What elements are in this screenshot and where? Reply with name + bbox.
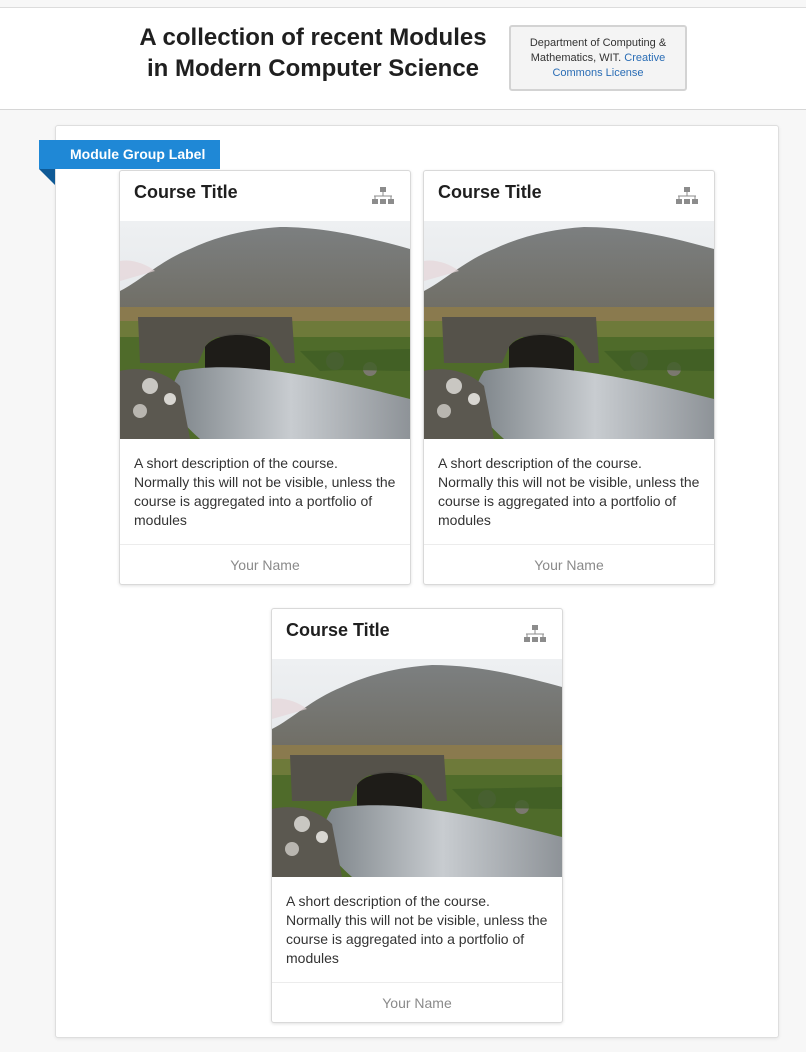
page-header: A collection of recent Modules in Modern…: [0, 8, 806, 110]
course-description: A short description of the course. Norma…: [438, 455, 700, 528]
license-box: Department of Computing & Mathematics, W…: [509, 25, 687, 91]
course-image[interactable]: [272, 659, 562, 877]
course-card[interactable]: Course Title A short description of the …: [271, 608, 563, 1023]
course-card[interactable]: Course Title A short description of the …: [119, 170, 411, 585]
hierarchy-icon[interactable]: [676, 187, 698, 205]
ribbon-fold: [39, 169, 55, 185]
course-title[interactable]: Course Title: [438, 181, 542, 203]
course-author: Your Name: [424, 544, 714, 584]
course-title[interactable]: Course Title: [134, 181, 238, 203]
module-group-label: Module Group Label: [39, 140, 220, 169]
course-title[interactable]: Course Title: [286, 619, 390, 641]
course-description: A short description of the course. Norma…: [134, 455, 396, 528]
course-card[interactable]: Course Title A short description of the …: [423, 170, 715, 585]
page-title-line-2: in Modern Computer Science: [146, 55, 480, 82]
course-author: Your Name: [272, 982, 562, 1022]
hierarchy-icon[interactable]: [524, 625, 546, 643]
hierarchy-icon[interactable]: [372, 187, 394, 205]
page-title-line-1: A collection of recent Modules: [139, 24, 487, 51]
page-title: A collection of recent Modules in Modern…: [130, 22, 496, 84]
course-image[interactable]: [120, 221, 410, 439]
course-author: Your Name: [120, 544, 410, 584]
course-image[interactable]: [424, 221, 714, 439]
course-description: A short description of the course. Norma…: [286, 893, 548, 966]
